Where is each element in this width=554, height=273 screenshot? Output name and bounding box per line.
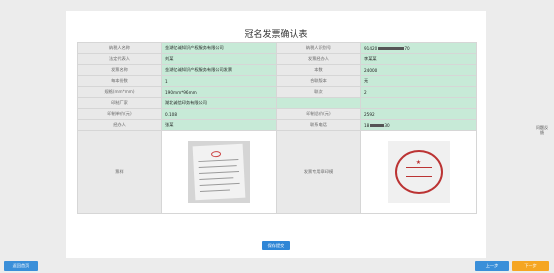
invoice-line [199, 182, 240, 187]
copies-per-book-label: 每本份数 [77, 75, 162, 87]
invoice-line [199, 170, 240, 175]
handler-label: 经办人 [77, 119, 162, 131]
joint-version-value: 无 [360, 75, 477, 87]
seal-star-icon: ★ [415, 159, 422, 166]
page-title: 冠名发票确认表 [244, 30, 308, 40]
table-row: 每本份数 1 合联版本 无 [77, 75, 477, 87]
phone-suffix: 30 [384, 122, 390, 128]
prev-step-button[interactable]: 上一步 [475, 261, 509, 271]
table-row: 法定代表人 刘某 发票经办人 李某某 [77, 53, 477, 65]
back-home-button[interactable]: 返回首页 [4, 261, 38, 271]
legal-rep-value: 刘某 [161, 53, 277, 65]
save-submit-button[interactable]: 保存提交 [262, 241, 290, 250]
taxpayer-id-prefix: 91420 [364, 45, 378, 51]
feedback-link[interactable]: 问题反馈 [535, 125, 549, 135]
table-row: 印制厂家 湖北诚信印务有限公司 [77, 97, 477, 109]
invoice-line [199, 177, 234, 181]
table-row: 规格(mm*mm) 190mm*96mm 联次 2 [77, 86, 477, 98]
seal-inner-band [405, 167, 432, 177]
joint-version-label: 合联版本 [276, 75, 361, 87]
unit-price-value: 0.108 [161, 108, 277, 120]
table-row: 经办人 张某 联系电话 18 30 [77, 119, 477, 131]
taxpayer-id-suffix: 70 [404, 45, 410, 51]
invoice-handler-value: 李某某 [360, 53, 477, 65]
legal-rep-label: 法定代表人 [77, 53, 162, 65]
table-row: 印制单价(元) 0.108 印制总价(元) 2592 [77, 108, 477, 120]
invoice-paper [192, 143, 246, 201]
table-row: 纳税人名称 金湖亿诚知识产权服务有限公司 纳税人识别号 91420 70 [77, 42, 477, 54]
invoice-line [199, 189, 230, 193]
printer-label: 印制厂家 [77, 97, 162, 109]
phone-value: 18 30 [360, 119, 477, 131]
taxpayer-id-label: 纳税人识别号 [276, 42, 361, 54]
unit-price-label: 印制单价(元) [77, 108, 162, 120]
invoice-name-label: 发票名称 [77, 64, 162, 76]
redaction-bar [369, 124, 384, 127]
invoice-stamp [210, 150, 222, 158]
phone-label: 联系电话 [276, 119, 361, 131]
taxpayer-name-value: 金湖亿诚知识产权服务有限公司 [161, 42, 277, 54]
invoice-handler-label: 发票经办人 [276, 53, 361, 65]
book-count-label: 本数 [276, 64, 361, 76]
handler-value: 张某 [161, 119, 277, 131]
total-price-value: 2592 [360, 108, 477, 120]
copy-count-label: 联次 [276, 86, 361, 98]
printer-value: 湖北诚信印务有限公司 [161, 97, 277, 109]
invoice-confirm-table: 纳税人名称 金湖亿诚知识产权服务有限公司 纳税人识别号 91420 70 法定代表… [77, 42, 477, 214]
seal-label: 发票专用章印模 [276, 130, 361, 214]
spec-value: 190mm*96mm [161, 86, 277, 98]
redaction-bar [377, 47, 404, 50]
seal-image[interactable]: ★ [387, 141, 450, 203]
seal-image-cell: ★ [360, 130, 477, 214]
invoice-line [198, 165, 237, 169]
table-row: 票样 发票专用章印模 ★ [77, 130, 477, 214]
taxpayer-name-label: 纳税人名称 [77, 42, 162, 54]
empty-cell [276, 97, 361, 109]
copy-count-value: 2 [360, 86, 477, 98]
spec-label: 规格(mm*mm) [77, 86, 162, 98]
book-count-value: 24000 [360, 64, 477, 76]
taxpayer-id-value: 91420 70 [360, 42, 477, 54]
total-price-label: 印制总价(元) [276, 108, 361, 120]
invoice-name-value: 金湖亿诚知识产权服务有限公司发票 [161, 64, 277, 76]
invoice-line [198, 158, 239, 163]
next-step-button[interactable]: 下一步 [512, 261, 549, 271]
phone-prefix: 18 [364, 122, 370, 128]
table-row: 发票名称 金湖亿诚知识产权服务有限公司发票 本数 24000 [77, 64, 477, 76]
sample-label: 票样 [77, 130, 162, 214]
empty-cell [360, 97, 477, 109]
sample-image-cell [161, 130, 277, 214]
copies-per-book-value: 1 [161, 75, 277, 87]
invoice-sample-image[interactable] [188, 141, 250, 203]
